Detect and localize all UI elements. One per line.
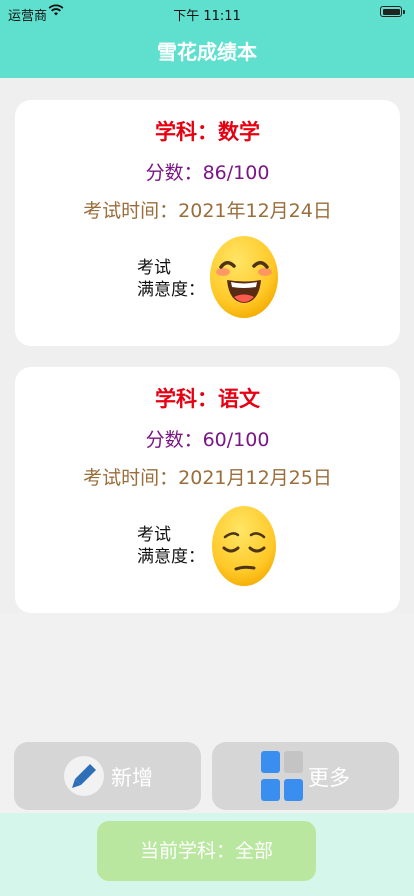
clock: 下午 11:11 [173, 9, 241, 24]
laughing-face-icon [210, 236, 278, 318]
header-bar: 运营商 下午 11:11 雪花成绩本 [0, 0, 414, 78]
satisfaction-label: 考试 满意度： [137, 258, 205, 300]
add-button-label: 新增 [111, 766, 153, 790]
subject-label: 学科：数学 [155, 120, 260, 144]
score-card-chinese[interactable]: 学科：语文 分数：60/100 考试时间：2021月12月25日 考试 满意度： [15, 367, 400, 613]
more-button-label: 更多 [308, 766, 350, 790]
score-card-math[interactable]: 学科：数学 分数：86/100 考试时间：2021年12月24日 考试 满意度： [15, 100, 400, 346]
score-label: 分数：86/100 [145, 162, 270, 184]
pencil-icon [64, 756, 104, 796]
page-title: 雪花成绩本 [157, 40, 257, 64]
more-button[interactable]: 更多 [212, 742, 399, 810]
exam-time-label: 考试时间：2021年12月24日 [83, 200, 332, 222]
satisfaction-label: 考试 满意度： [137, 525, 205, 567]
exam-time-label: 考试时间：2021月12月25日 [83, 467, 332, 489]
subject-label: 学科：语文 [155, 387, 260, 411]
footer-bar: 当前学科：全部 [0, 813, 414, 896]
add-button[interactable]: 新增 [14, 742, 201, 810]
score-label: 分数：60/100 [145, 429, 270, 451]
battery-icon [380, 6, 405, 17]
grid-icon [261, 751, 303, 801]
pensive-face-icon [212, 506, 276, 586]
current-subject-button[interactable]: 当前学科：全部 [97, 821, 316, 881]
status-bar: 运营商 下午 11:11 [0, 0, 414, 26]
